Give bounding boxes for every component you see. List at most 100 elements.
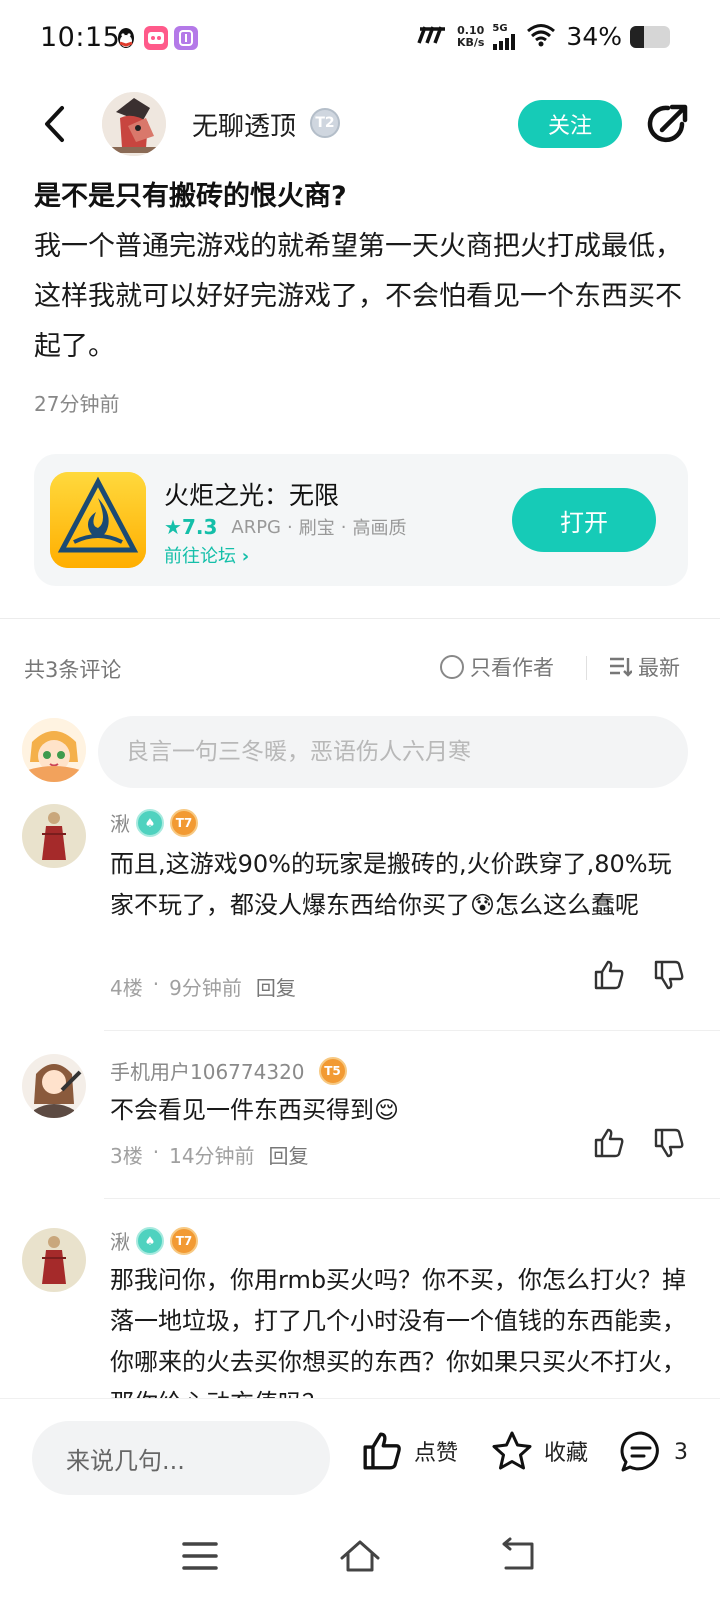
sort-separator [586,656,587,680]
author-avatar[interactable] [102,92,166,156]
commenter-name[interactable]: 手机用户106774320 [110,1056,305,1085]
comment-bubble-icon [620,1431,659,1472]
author-only-toggle[interactable]: 只看作者 [440,652,554,682]
network-speed: 0.10 KB/s [456,23,485,49]
comment-time: 14分钟前 [169,1144,255,1168]
game-icon [50,472,146,568]
chevron-right-icon: › [241,546,250,567]
star-outline-icon [492,1431,532,1470]
comment-floor: 3楼 [110,1144,143,1168]
status-bar: 10:15 0.10 KB/s 5G 34% [0,0,720,76]
battery-percent: 34% [566,22,622,51]
post-body: 我一个普通完游戏的就希望第一天火商把火打成最低，这样我就可以好好完游戏了，不会怕… [34,231,682,362]
comment-input[interactable] [98,716,688,788]
author-name[interactable]: 无聊透顶 [192,106,296,143]
flame-badge-icon: ♠ [136,808,164,837]
comment-item: 湫 ♠ T7 那我问你，你用rmb买火吗？你不买，你怎么打火？掉落一地垃圾，打了… [0,1222,720,1398]
tag-separator: · [287,516,293,538]
like-button[interactable] [592,1126,626,1160]
back-arrow-icon [45,106,64,142]
thumbs-up-icon [363,1432,401,1470]
author-level-badge: T2 [310,108,340,138]
commenter-avatar[interactable] [22,804,86,868]
tag-separator: · [340,516,347,538]
game-rating: ★7.3 [164,515,217,539]
game-meta: ★7.3 ARPG · 刷宝 · 高画质 [164,514,406,540]
comment-time: 9分钟前 [169,976,242,1000]
app-notification-icon-2 [174,26,198,50]
comment-item: 湫 ♠ T7 而且,这游戏90%的玩家是搬砖的,火价跌穿了,80%玩家不玩了，都… [0,804,720,1024]
post-title: 是不是只有搬砖的恨火商? [34,181,347,212]
status-time: 10:15 [40,22,121,53]
game-tag: 高画质 [352,518,407,539]
comments-count: 共3条评论 [24,658,122,682]
favorite-button[interactable]: 收藏 [490,1429,588,1473]
system-nav-bar [0,1512,720,1600]
wifi-icon [526,23,556,51]
radio-circle-icon [440,655,464,679]
speed-unit: KB/s [456,35,485,49]
meta-separator: · [152,1140,160,1164]
level-badge: T5 [318,1056,347,1085]
back-nav-icon [502,1537,534,1570]
star-icon: ★ [164,515,182,539]
speed-value: 0.10 [457,23,485,37]
level-badge: T7 [170,808,198,837]
like-label: 点赞 [414,1441,459,1466]
thumbs-up-icon [594,1128,624,1158]
thumbs-down-icon [654,960,684,990]
game-tag: ARPG [231,516,281,538]
favorite-label: 收藏 [544,1441,589,1466]
game-card[interactable]: 火炬之光：无限 ★7.3 ARPG · 刷宝 · 高画质 前往论坛 › 打开 [34,454,688,586]
thumbs-down-icon [654,1128,684,1158]
status-indicators: 0.10 KB/s 5G 34% [417,22,670,51]
back-nav-button[interactable] [498,1536,542,1576]
commenter-avatar[interactable] [22,1054,86,1118]
battery-icon [630,25,670,48]
game-title: 火炬之光：无限 [164,481,340,510]
back-button[interactable] [34,102,74,146]
share-button[interactable] [644,102,690,148]
forum-link[interactable]: 前往论坛 › [164,542,249,568]
like-button[interactable] [592,958,626,992]
comment-item: 手机用户106774320 T5 不会看见一件东西买得到😌 3楼 · 14分钟前… [0,1054,720,1184]
battery-fill [630,25,644,48]
commenter-name[interactable]: 湫 [110,1226,130,1255]
follow-button[interactable]: 关注 [518,100,622,148]
home-icon [340,1540,380,1572]
author-only-label: 只看作者 [470,656,554,680]
comment-divider [104,1198,720,1199]
data-indicator-icon [417,25,449,49]
dislike-button[interactable] [652,958,686,992]
commenter-info: 湫 ♠ T7 [110,1226,198,1255]
app-notification-icon [144,26,168,50]
sort-label: 最新 [638,656,680,680]
thumbs-up-icon [594,960,624,990]
dislike-button[interactable] [652,1126,686,1160]
game-tag: 刷宝 [298,518,335,539]
reply-button[interactable]: 回复 [269,1140,309,1169]
meta-separator: · [152,972,160,996]
menu-button[interactable] [178,1536,222,1576]
bottom-comment-input[interactable]: 来说几句... [32,1421,330,1495]
comment-text: 而且,这游戏90%的玩家是搬砖的,火价跌穿了,80%玩家不玩了，都没人爆东西给你… [110,850,672,919]
sort-button[interactable]: 最新 [608,652,680,682]
comment-count: 3 [674,1439,688,1465]
game-rating-value: 7.3 [181,515,218,539]
comment-meta: 4楼 · 9分钟前 回复 [110,972,296,1001]
my-avatar[interactable] [22,718,86,782]
flame-badge-icon: ♠ [136,1226,164,1255]
reply-button[interactable]: 回复 [256,972,296,1001]
comment-floor: 4楼 [110,976,143,1000]
network-type: 5G [492,22,508,34]
comments-button[interactable]: 3 [618,1429,688,1475]
commenter-avatar[interactable] [22,1228,86,1292]
commenter-name[interactable]: 湫 [110,808,130,837]
comment-text: 不会看见一件东西买得到😌 [110,1096,400,1124]
open-game-button[interactable]: 打开 [512,488,656,552]
home-button[interactable] [338,1536,382,1576]
qq-icon [114,26,138,50]
post-time: 27分钟前 [34,392,120,416]
menu-icon [182,1542,218,1570]
like-post-button[interactable]: 点赞 [360,1429,458,1473]
